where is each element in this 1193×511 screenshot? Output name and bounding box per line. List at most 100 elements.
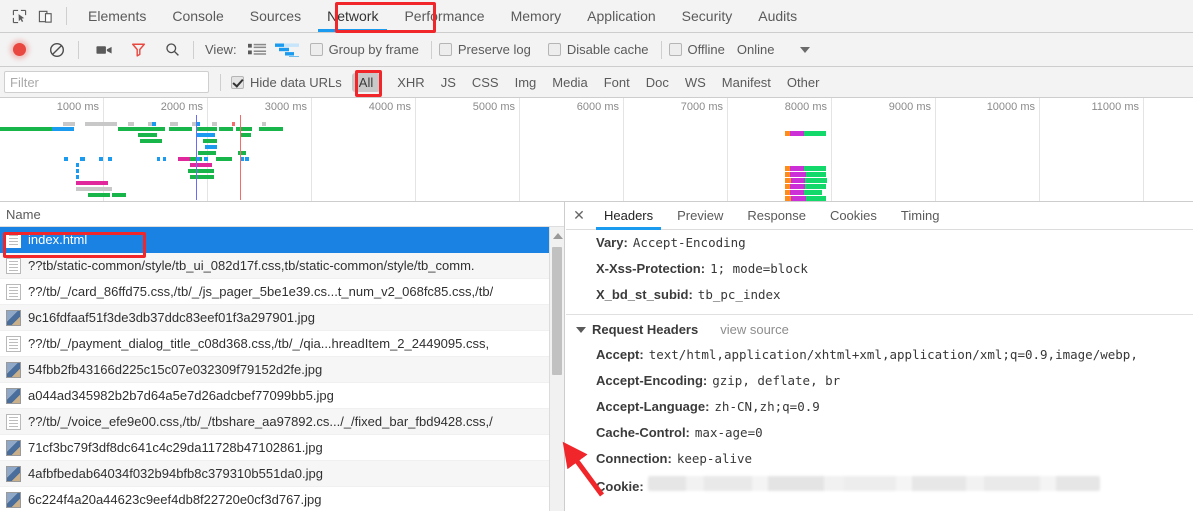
request-detail-pane: ✕ Headers Preview Response Cookies Timin… [566, 202, 1193, 511]
timeline-gridline [311, 98, 312, 201]
timeline-marker-load [240, 115, 241, 200]
filter-type-font[interactable]: Font [597, 73, 637, 92]
offline-checkbox[interactable]: Offline [668, 42, 725, 57]
timeline-tick-label: 1000 ms [56, 101, 99, 113]
tab-audits[interactable]: Audits [745, 0, 810, 32]
image-icon [6, 491, 21, 508]
detail-tab-response[interactable]: Response [735, 202, 818, 229]
request-row[interactable]: 71cf3bc79f3df8dc641c4c29da11728b47102861… [0, 435, 564, 461]
filter-type-css[interactable]: CSS [465, 73, 506, 92]
disable-cache-checkbox[interactable]: Disable cache [547, 42, 649, 57]
request-name: index.html [28, 232, 88, 247]
tab-memory[interactable]: Memory [498, 0, 575, 32]
screenshot-camera-icon[interactable] [90, 36, 118, 64]
timeline-request-bar [198, 151, 216, 155]
timeline-request-bar [219, 127, 233, 131]
group-by-frame-checkbox[interactable]: Group by frame [309, 42, 419, 57]
waterfall-view-icon[interactable] [272, 36, 304, 64]
preserve-log-checkbox[interactable]: Preserve log [438, 42, 531, 57]
chevron-down-icon[interactable] [800, 46, 811, 53]
header-row: X_bd_st_subid: tb_pc_index [566, 282, 1193, 308]
network-overview-timeline[interactable]: 1000 ms 2000 ms 3000 ms 4000 ms 5000 ms 6000 … [0, 98, 1193, 202]
device-toolbar-icon[interactable] [32, 0, 58, 32]
filter-input[interactable] [4, 71, 209, 93]
filter-funnel-icon[interactable] [124, 36, 152, 64]
filter-type-doc[interactable]: Doc [639, 73, 676, 92]
request-name: 54fbb2fb43166d225c15c07e032309f79152d2fe… [28, 362, 323, 377]
scroll-up-arrow-icon[interactable] [553, 233, 563, 239]
filter-type-label: Other [786, 74, 820, 90]
detail-tab-label: Headers [604, 208, 654, 223]
header-value: Accept-Encoding [632, 235, 746, 250]
timeline-request-bar [112, 193, 126, 197]
filter-type-all[interactable]: All [351, 72, 381, 92]
header-value: tb_pc_index [697, 287, 781, 302]
view-source-link[interactable]: view source [720, 322, 789, 337]
tab-sources[interactable]: Sources [237, 0, 314, 32]
filter-type-ws[interactable]: WS [678, 73, 713, 92]
tab-network[interactable]: Network [314, 0, 391, 32]
request-row[interactable]: 9c16fdfaaf51f3de3db37ddc83eef01f3a297901… [0, 305, 564, 331]
filter-type-img[interactable]: Img [508, 73, 544, 92]
request-row[interactable]: ??tb/static-common/style/tb_ui_082d17f.c… [0, 253, 564, 279]
detail-tab-timing[interactable]: Timing [889, 202, 952, 229]
tab-application[interactable]: Application [574, 0, 669, 32]
filter-type-js[interactable]: JS [434, 73, 463, 92]
clear-button[interactable] [43, 36, 71, 64]
request-row[interactable]: ??/tb/_/voice_efe9e00.css,/tb/_/tbshare_… [0, 409, 564, 435]
filter-type-other[interactable]: Other [780, 73, 827, 92]
record-button[interactable] [5, 36, 33, 64]
tab-console[interactable]: Console [159, 0, 236, 32]
filter-type-label: Doc [645, 74, 669, 90]
timeline-tick-label: 9000 ms [888, 101, 931, 113]
request-row[interactable]: a044ad345982b2b7d64a5e7d26adcbef77099bb5… [0, 383, 564, 409]
filter-type-manifest[interactable]: Manifest [715, 73, 778, 92]
request-list-scrollbar[interactable] [549, 227, 564, 511]
detail-tab-preview[interactable]: Preview [665, 202, 735, 229]
request-row[interactable]: ??/tb/_/payment_dialog_title_c08d368.css… [0, 331, 564, 357]
request-row[interactable]: 6c224f4a20a44623c9eef4db8f22720e0cf3d767… [0, 487, 564, 511]
timeline-request-bar [259, 127, 283, 131]
checkbox-box [438, 43, 452, 56]
hide-data-urls-checkbox[interactable]: Hide data URLs [231, 75, 342, 90]
timeline-request-bar [152, 122, 156, 126]
throttling-value[interactable]: Online [737, 42, 775, 57]
request-row[interactable]: ??/tb/_/card_86ffd75.css,/tb/_/js_pager_… [0, 279, 564, 305]
header-name: Cookie: [596, 479, 644, 494]
tab-security[interactable]: Security [669, 0, 746, 32]
scrollbar-thumb[interactable] [552, 247, 562, 375]
timeline-gridline [519, 98, 520, 201]
request-name: a044ad345982b2b7d64a5e7d26adcbef77099bb5… [28, 388, 334, 403]
request-row[interactable]: index.html [0, 227, 564, 253]
list-view-icon[interactable] [244, 36, 272, 64]
toolbar-divider [193, 40, 194, 59]
detail-tab-label: Cookies [829, 208, 877, 223]
filter-type-xhr[interactable]: XHR [390, 73, 431, 92]
filter-type-label: CSS [471, 74, 499, 90]
timeline-request-bar [190, 163, 212, 167]
inspect-element-icon[interactable] [6, 0, 32, 32]
close-icon[interactable]: ✕ [566, 203, 592, 229]
header-row: Vary: Accept-Encoding [566, 230, 1193, 256]
network-filter-bar: Hide data URLs All XHR JS CSS Img Media … [0, 67, 1193, 98]
header-row: Accept: text/html,application/xhtml+xml,a… [566, 342, 1193, 368]
detail-tab-cookies[interactable]: Cookies [818, 202, 889, 229]
detail-tab-headers[interactable]: Headers [592, 202, 665, 230]
header-name: Cache-Control: [596, 425, 690, 440]
toolbar-divider [660, 40, 662, 59]
request-name: ??/tb/_/card_86ffd75.css,/tb/_/js_pager_… [28, 284, 494, 299]
timeline-request-bar [236, 127, 252, 131]
timeline-request-bar [99, 157, 103, 161]
tab-label: Memory [510, 8, 562, 24]
search-icon[interactable] [158, 36, 186, 64]
triangle-down-icon [576, 326, 586, 333]
tab-elements[interactable]: Elements [75, 0, 159, 32]
filter-type-label: JS [440, 74, 456, 90]
request-headers-section-header[interactable]: Request Headers view source [566, 315, 1193, 342]
tab-performance[interactable]: Performance [391, 0, 497, 32]
filter-type-media[interactable]: Media [545, 73, 594, 92]
timeline-tick-label: 11000 ms [1091, 101, 1140, 113]
request-row[interactable]: 4afbfbedab64034f032b94bfb8c379310b551da0… [0, 461, 564, 487]
document-icon [6, 231, 21, 248]
request-row[interactable]: 54fbb2fb43166d225c15c07e032309f79152d2fe… [0, 357, 564, 383]
